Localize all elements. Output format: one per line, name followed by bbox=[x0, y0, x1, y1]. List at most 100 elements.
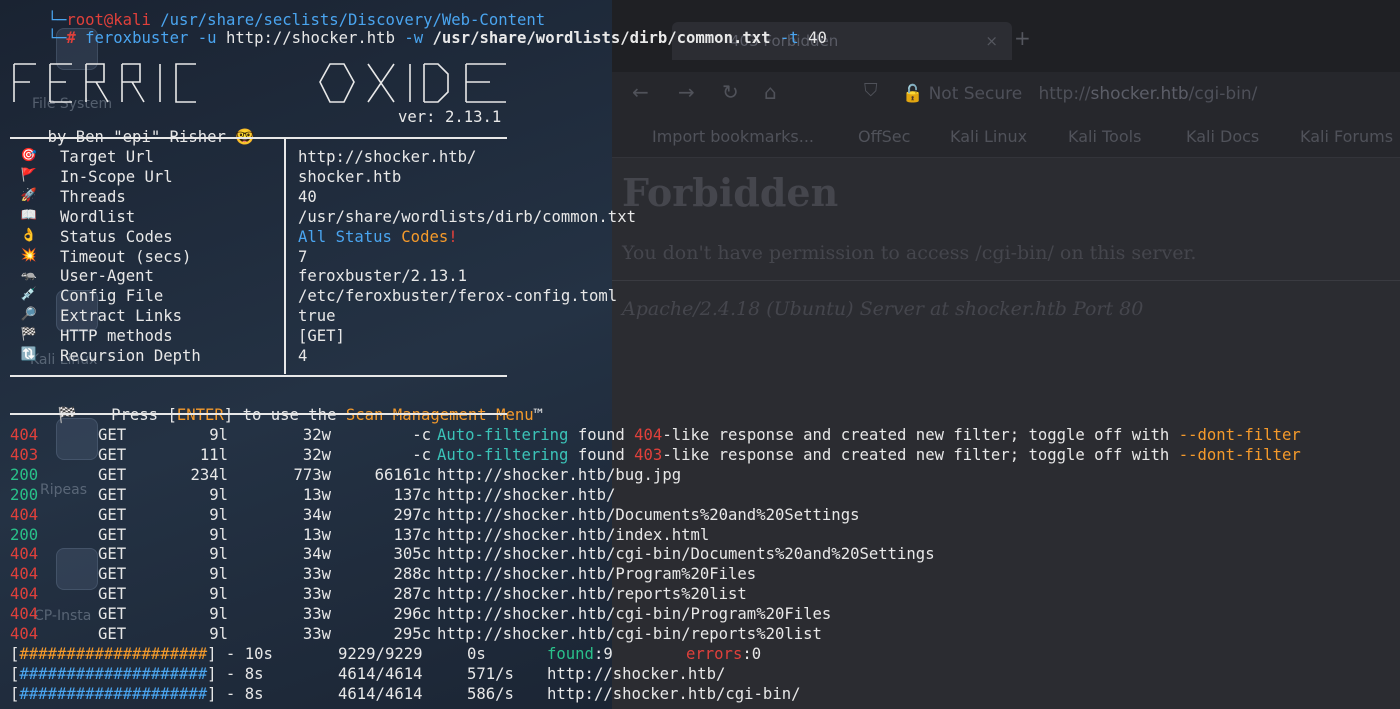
divider bbox=[10, 137, 507, 139]
rocket-icon: 🚀 bbox=[20, 188, 38, 203]
command-wordlist: /usr/share/wordlists/dirb/common.txt bbox=[432, 29, 771, 47]
progress-bar: [####################] - 8s bbox=[10, 665, 264, 683]
result-url[interactable]: http://shocker.htb/ bbox=[437, 485, 615, 505]
elapsed-time: 8s bbox=[244, 685, 264, 703]
config-label: Target Url bbox=[60, 148, 154, 166]
checkered-flag-icon: 🏁 bbox=[57, 406, 77, 424]
config-value: 40 bbox=[298, 188, 317, 206]
config-value: /usr/share/wordlists/dirb/common.txt bbox=[298, 208, 636, 226]
progress-fill: #################### bbox=[19, 685, 208, 703]
status-code: 404 bbox=[10, 605, 39, 623]
http-method: GET bbox=[98, 565, 127, 583]
press-prefix: Press [ bbox=[111, 406, 177, 424]
config-value: All Status Codes! bbox=[298, 227, 458, 247]
status-code: 404 bbox=[10, 426, 39, 444]
config-label: Status Codes bbox=[60, 228, 173, 246]
result-url[interactable]: http://shocker.htb/cgi-bin/reports%20lis… bbox=[437, 624, 822, 644]
scan-management-menu-link[interactable]: Scan Management Menu bbox=[346, 406, 534, 424]
request-rate: 571/s bbox=[467, 665, 514, 683]
press-enter-line: 🏁 Press [ENTER] to use the Scan Manageme… bbox=[10, 385, 543, 424]
magnifier-icon: 🔎 bbox=[20, 307, 38, 322]
umbrella-icon: 🦡 bbox=[20, 267, 38, 282]
http-method: GET bbox=[98, 526, 127, 544]
http-method: GET bbox=[98, 426, 127, 444]
progress-url[interactable]: http://shocker.htb/ bbox=[547, 664, 725, 684]
word-count: 32w bbox=[302, 426, 331, 444]
http-method: GET bbox=[98, 466, 127, 484]
config-value: 4 bbox=[298, 347, 308, 365]
command-flag: -w bbox=[404, 29, 424, 47]
result-url[interactable]: http://shocker.htb/reports%20list bbox=[437, 584, 747, 604]
request-rate: 586/s bbox=[467, 685, 514, 703]
result-url[interactable]: http://shocker.htb/Program%20Files bbox=[437, 564, 756, 584]
command-flag: -u bbox=[197, 29, 217, 47]
char-count: 137c bbox=[393, 526, 431, 544]
http-method: GET bbox=[98, 506, 127, 524]
line-count: 9l bbox=[209, 526, 228, 544]
char-count: 295c bbox=[393, 625, 431, 643]
config-label: Timeout (secs) bbox=[60, 248, 192, 266]
filter-message: Auto-filtering found 404-like response a… bbox=[437, 425, 1301, 445]
line-count: 9l bbox=[209, 565, 228, 583]
banner-version: ver: 2.13.1 bbox=[398, 108, 502, 126]
ok-hand-icon: 👌 bbox=[20, 228, 38, 243]
book-icon: 📖 bbox=[20, 208, 38, 223]
char-count: 296c bbox=[393, 605, 431, 623]
progress-url[interactable]: http://shocker.htb/cgi-bin/ bbox=[547, 684, 800, 704]
found-label: found bbox=[547, 645, 594, 663]
dont-filter-flag: --dont-filter bbox=[1178, 426, 1301, 444]
result-url[interactable]: http://shocker.htb/bug.jpg bbox=[437, 465, 681, 485]
auto-filtering-label: Auto-filtering bbox=[437, 426, 569, 444]
line-count: 234l bbox=[190, 466, 228, 484]
status-codes-part: Status bbox=[335, 228, 392, 246]
char-count: 297c bbox=[393, 506, 431, 524]
word-count: 13w bbox=[302, 526, 331, 544]
status-code: 404 bbox=[10, 506, 39, 524]
request-rate: 0s bbox=[467, 645, 486, 663]
line-count: 9l bbox=[209, 426, 228, 444]
status-code: 404 bbox=[10, 585, 39, 603]
progress-bar: [####################] - 10s bbox=[10, 645, 273, 663]
status-code: 200 bbox=[10, 526, 39, 544]
command-binary: feroxbuster bbox=[85, 29, 189, 47]
command-line: └─# feroxbuster -u http://shocker.htb -w… bbox=[10, 8, 827, 47]
found-counter: found:9 bbox=[547, 644, 613, 664]
status-codes-part: All bbox=[298, 228, 327, 246]
http-method: GET bbox=[98, 605, 127, 623]
elapsed-time: 8s bbox=[244, 665, 264, 683]
found-text: found bbox=[568, 446, 635, 464]
line-count: 9l bbox=[209, 625, 228, 643]
word-count: 773w bbox=[293, 466, 331, 484]
errors-value: :0 bbox=[742, 645, 762, 663]
result-url[interactable]: http://shocker.htb/cgi-bin/Program%20Fil… bbox=[437, 604, 831, 624]
char-count: -c bbox=[412, 426, 431, 444]
config-value: 7 bbox=[298, 248, 308, 266]
status-codes-part: ! bbox=[448, 228, 458, 246]
status-code: 404 bbox=[10, 545, 39, 563]
result-url[interactable]: http://shocker.htb/index.html bbox=[437, 525, 709, 545]
divider bbox=[10, 413, 507, 415]
result-url[interactable]: http://shocker.htb/cgi-bin/Documents%20a… bbox=[437, 544, 935, 564]
status-code: 200 bbox=[10, 486, 39, 504]
banner-author: by Ben "epi" Risher 🤓 bbox=[10, 107, 255, 146]
config-label: Extract Links bbox=[60, 307, 183, 325]
result-url[interactable]: http://shocker.htb/Documents%20and%20Set… bbox=[437, 505, 859, 525]
filter-rest: -like response and created new filter; t… bbox=[662, 426, 1179, 444]
prompt-symbol: # bbox=[66, 29, 76, 47]
errors-counter: errors:0 bbox=[686, 644, 761, 664]
http-method: GET bbox=[98, 446, 127, 464]
config-value: [GET] bbox=[298, 327, 345, 345]
config-value: feroxbuster/2.13.1 bbox=[298, 267, 467, 285]
flag-icon: 🚩 bbox=[20, 168, 38, 183]
word-count: 33w bbox=[302, 585, 331, 603]
config-label: User-Agent bbox=[60, 267, 154, 285]
divider bbox=[284, 138, 286, 374]
status-code: 403 bbox=[10, 446, 39, 464]
word-count: 34w bbox=[302, 545, 331, 563]
ferric-oxide-logo bbox=[13, 63, 506, 103]
filter-rest: -like response and created new filter; t… bbox=[662, 446, 1179, 464]
status-code: 200 bbox=[10, 466, 39, 484]
config-value: http://shocker.htb/ bbox=[298, 148, 477, 166]
terminal-output[interactable]: └─root@kali /usr/share/seclists/Discover… bbox=[0, 0, 1400, 709]
config-label: Recursion Depth bbox=[60, 347, 201, 365]
